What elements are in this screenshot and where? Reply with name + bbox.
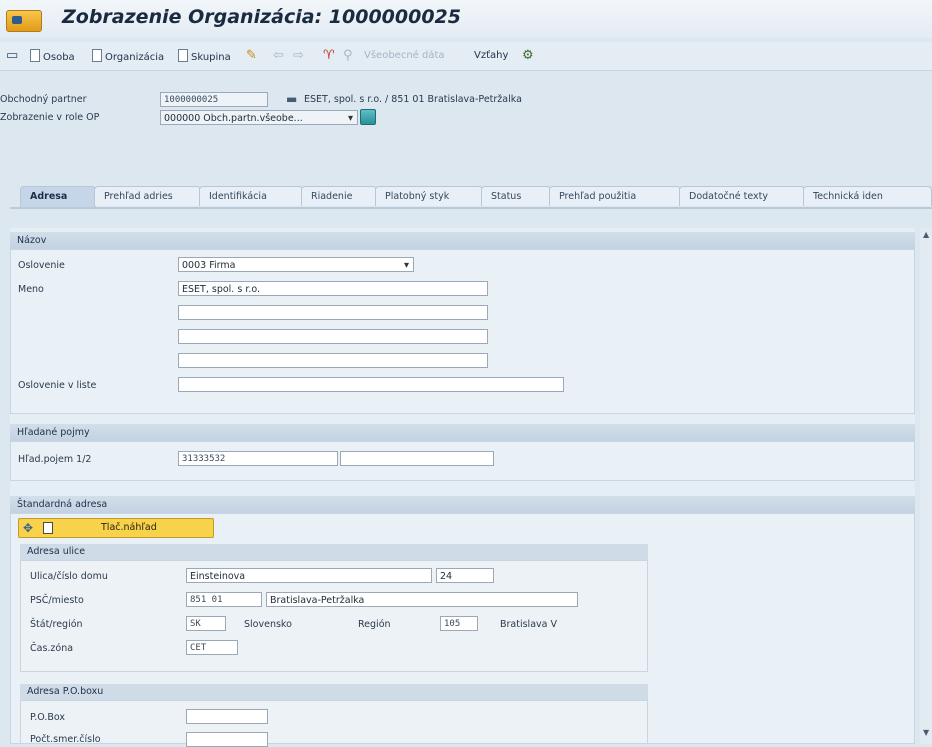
title-bar: Zobrazenie Organizácia: 1000000025 <box>0 0 932 38</box>
meno-field-1[interactable]: ESET, spol. s r.o. <box>178 281 488 296</box>
tab-identifikacia[interactable]: Identifikácia <box>199 186 303 206</box>
cislo-domu-field[interactable]: 24 <box>436 568 494 583</box>
forward-icon[interactable]: ⇨ <box>293 49 304 63</box>
meno-field-2[interactable] <box>178 305 488 320</box>
partner-label: Obchodný partner <box>0 94 87 105</box>
oslovenie-label: Oslovenie <box>18 260 65 271</box>
meno-label: Meno <box>18 284 44 295</box>
tab-platobny-styk[interactable]: Platobný styk <box>375 186 483 206</box>
tab-adresa[interactable]: Adresa <box>20 186 96 208</box>
casova-zona-label: Čas.zóna <box>30 643 74 654</box>
region-field[interactable]: 105 <box>440 616 478 631</box>
oslovenie-v-liste-field[interactable] <box>178 377 564 392</box>
hladane-pojmy-heading: Hľadané pojmy <box>10 424 915 441</box>
vertical-scrollbar[interactable]: ▲ ▼ <box>920 228 932 744</box>
vseobecne-data-button[interactable]: Všeobecné dáta <box>364 49 445 63</box>
miesto-field[interactable]: Bratislava-Petržalka <box>266 592 578 607</box>
organization-icon: ▬ <box>286 92 298 106</box>
switch-role-icon[interactable] <box>360 109 376 125</box>
psc-field[interactable]: 851 01 <box>186 592 262 607</box>
tab-technicka-identifikacia[interactable]: Technická iden <box>803 186 932 206</box>
tab-divider <box>10 207 932 209</box>
address-button-bar: ✥ Tlač.náhľad <box>18 518 214 538</box>
skupina-button[interactable]: Skupina <box>178 49 231 63</box>
tab-prehlad-pouzitia[interactable]: Prehľad použitia <box>549 186 681 206</box>
partner-field[interactable]: 1000000025 <box>160 92 268 107</box>
pobox-section <box>20 700 648 744</box>
hladany-pojem-label: Hľad.pojem 1/2 <box>18 454 92 465</box>
back-icon[interactable]: ⇦ <box>273 49 284 63</box>
vztahy-button[interactable]: Vzťahy <box>474 49 508 63</box>
tab-riadenie[interactable]: Riadenie <box>301 186 377 206</box>
standardna-adresa-heading: Štandardná adresa <box>10 496 915 513</box>
meno-field-3[interactable] <box>178 329 488 344</box>
nazov-heading: Názov <box>10 232 915 249</box>
hladany-pojem-1-field[interactable]: 31333532 <box>178 451 338 466</box>
partner-description: ESET, spol. s r.o. / 851 01 Bratislava-P… <box>304 94 522 105</box>
application-toolbar: ▭ Osoba Organizácia Skupina ✎ ⇦ ⇨ ♈ ⚲ Vš… <box>0 42 932 71</box>
region-name: Bratislava V <box>500 619 557 630</box>
switch-mode-icon[interactable]: ♈ <box>323 49 335 63</box>
osoba-button[interactable]: Osoba <box>30 49 75 63</box>
pobox-cislo-field[interactable] <box>186 732 268 747</box>
app-menu-icon[interactable] <box>6 10 42 32</box>
casova-zona-field[interactable]: CET <box>186 640 238 655</box>
stat-field[interactable]: SK <box>186 616 226 631</box>
scroll-up-icon[interactable]: ▲ <box>923 230 929 239</box>
tab-status[interactable]: Status <box>481 186 551 206</box>
stat-label: Štát/región <box>30 619 83 630</box>
ulica-label: Ulica/číslo domu <box>30 571 108 582</box>
relationship-icon[interactable]: ⚙ <box>522 49 534 63</box>
print-preview-button[interactable]: Tlač.náhľad <box>101 522 157 533</box>
pobox-cislo-label: Počt.smer.číslo <box>30 734 101 745</box>
move-icon[interactable]: ✥ <box>23 521 33 535</box>
tab-prehlad-adries[interactable]: Prehľad adries <box>94 186 201 206</box>
pobox-label: P.O.Box <box>30 712 66 723</box>
meno-field-4[interactable] <box>178 353 488 368</box>
role-label: Zobrazenie v role OP <box>0 112 100 123</box>
scroll-down-icon[interactable]: ▼ <box>923 728 929 737</box>
tab-strip: Adresa Prehľad adries Identifikácia Riad… <box>10 186 932 208</box>
hladany-pojem-2-field[interactable] <box>340 451 494 466</box>
open-folder-icon[interactable]: ✎ <box>246 49 257 63</box>
ulica-field[interactable]: Einsteinova <box>186 568 432 583</box>
role-select[interactable]: 000000 Obch.partn.všeobe... <box>160 110 358 125</box>
adresa-ulice-heading: Adresa ulice <box>20 544 648 560</box>
display-toggle-icon[interactable]: ▭ <box>6 49 18 63</box>
pobox-heading: Adresa P.O.boxu <box>20 684 648 700</box>
organizacia-button[interactable]: Organizácia <box>92 49 164 63</box>
tab-dodatocne-texty[interactable]: Dodatočné texty <box>679 186 805 206</box>
page-title: Zobrazenie Organizácia: 1000000025 <box>62 6 461 28</box>
where-used-icon[interactable]: ⚲ <box>343 49 353 63</box>
psc-label: PSČ/miesto <box>30 595 84 606</box>
pobox-field[interactable] <box>186 709 268 724</box>
stat-name: Slovensko <box>244 619 292 630</box>
oslovenie-select[interactable]: 0003 Firma <box>178 257 414 272</box>
print-preview-icon[interactable] <box>43 522 53 534</box>
region-label: Región <box>358 619 391 630</box>
oslovenie-v-liste-label: Oslovenie v liste <box>18 380 97 391</box>
